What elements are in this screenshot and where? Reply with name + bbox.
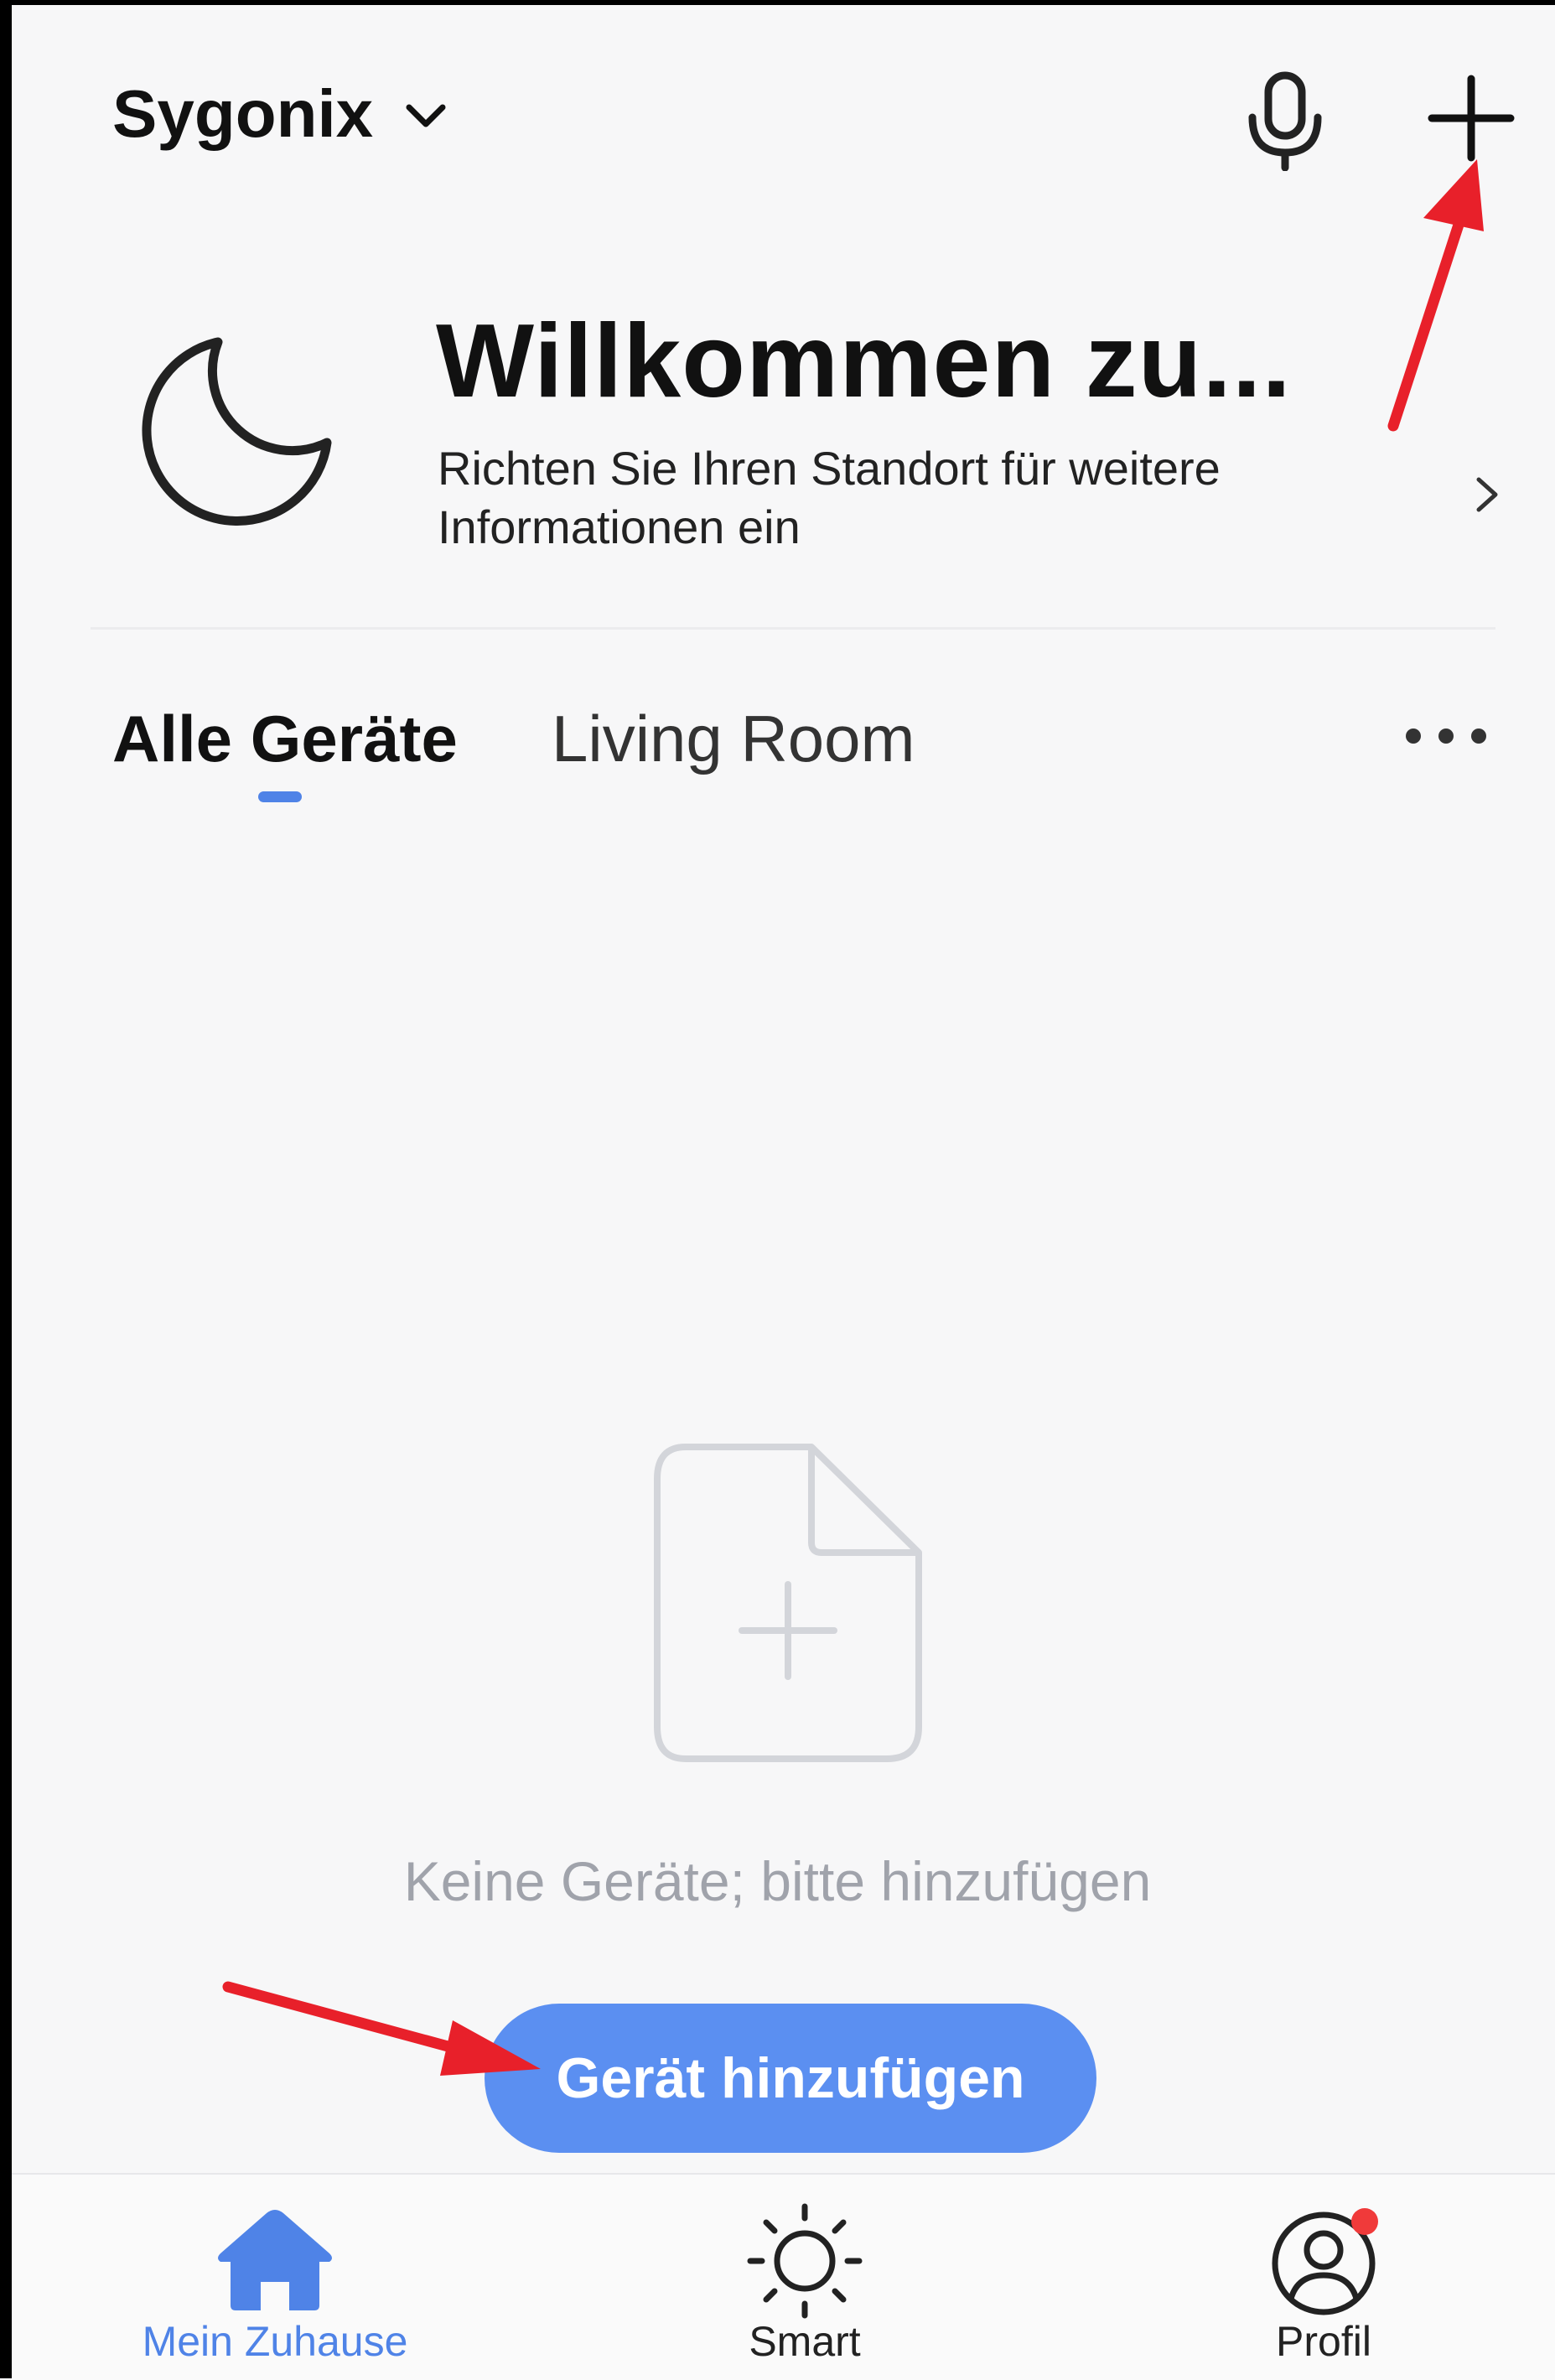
arrow-to-add-icon bbox=[1387, 159, 1484, 432]
empty-document-add-icon bbox=[654, 1444, 922, 1762]
nav-item-smart[interactable]: Smart bbox=[629, 2175, 981, 2380]
nav-item-profil[interactable]: Profil bbox=[1148, 2175, 1500, 2380]
tab-living-room[interactable]: Living Room bbox=[552, 701, 915, 777]
divider bbox=[91, 627, 1495, 630]
add-device-button[interactable]: Gerät hinzufügen bbox=[485, 2004, 1096, 2153]
nav-label-mein-zuhause: Mein Zuhause bbox=[142, 2318, 408, 2365]
empty-state-message: Keine Geräte; bitte hinzufügen bbox=[403, 1850, 1152, 1912]
sun-icon bbox=[747, 2203, 863, 2319]
home-icon bbox=[218, 2210, 332, 2310]
location-prompt[interactable]: Richten Sie Ihren Standort für weitere I… bbox=[438, 439, 1360, 557]
nav-label-profil: Profil bbox=[1276, 2318, 1371, 2365]
active-tab-indicator bbox=[258, 791, 302, 802]
tab-alle-geraete[interactable]: Alle Geräte bbox=[112, 701, 458, 777]
chevron-down-icon[interactable] bbox=[402, 92, 449, 139]
welcome-title: Willkommen zu... bbox=[436, 303, 1292, 419]
add-icon[interactable] bbox=[1425, 72, 1517, 164]
notification-badge bbox=[1351, 2208, 1378, 2235]
microphone-icon[interactable] bbox=[1241, 70, 1330, 171]
user-icon bbox=[1272, 2208, 1378, 2315]
nav-item-mein-zuhause[interactable]: Mein Zuhause bbox=[99, 2175, 451, 2380]
home-selector-label[interactable]: Sygonix bbox=[112, 75, 373, 153]
bottom-nav: Mein Zuhause Smart Profil bbox=[12, 2173, 1555, 2380]
moon-icon bbox=[142, 337, 332, 526]
nav-label-smart: Smart bbox=[749, 2318, 861, 2365]
chevron-right-icon[interactable] bbox=[1467, 469, 1509, 520]
more-options-icon[interactable] bbox=[1400, 719, 1492, 753]
